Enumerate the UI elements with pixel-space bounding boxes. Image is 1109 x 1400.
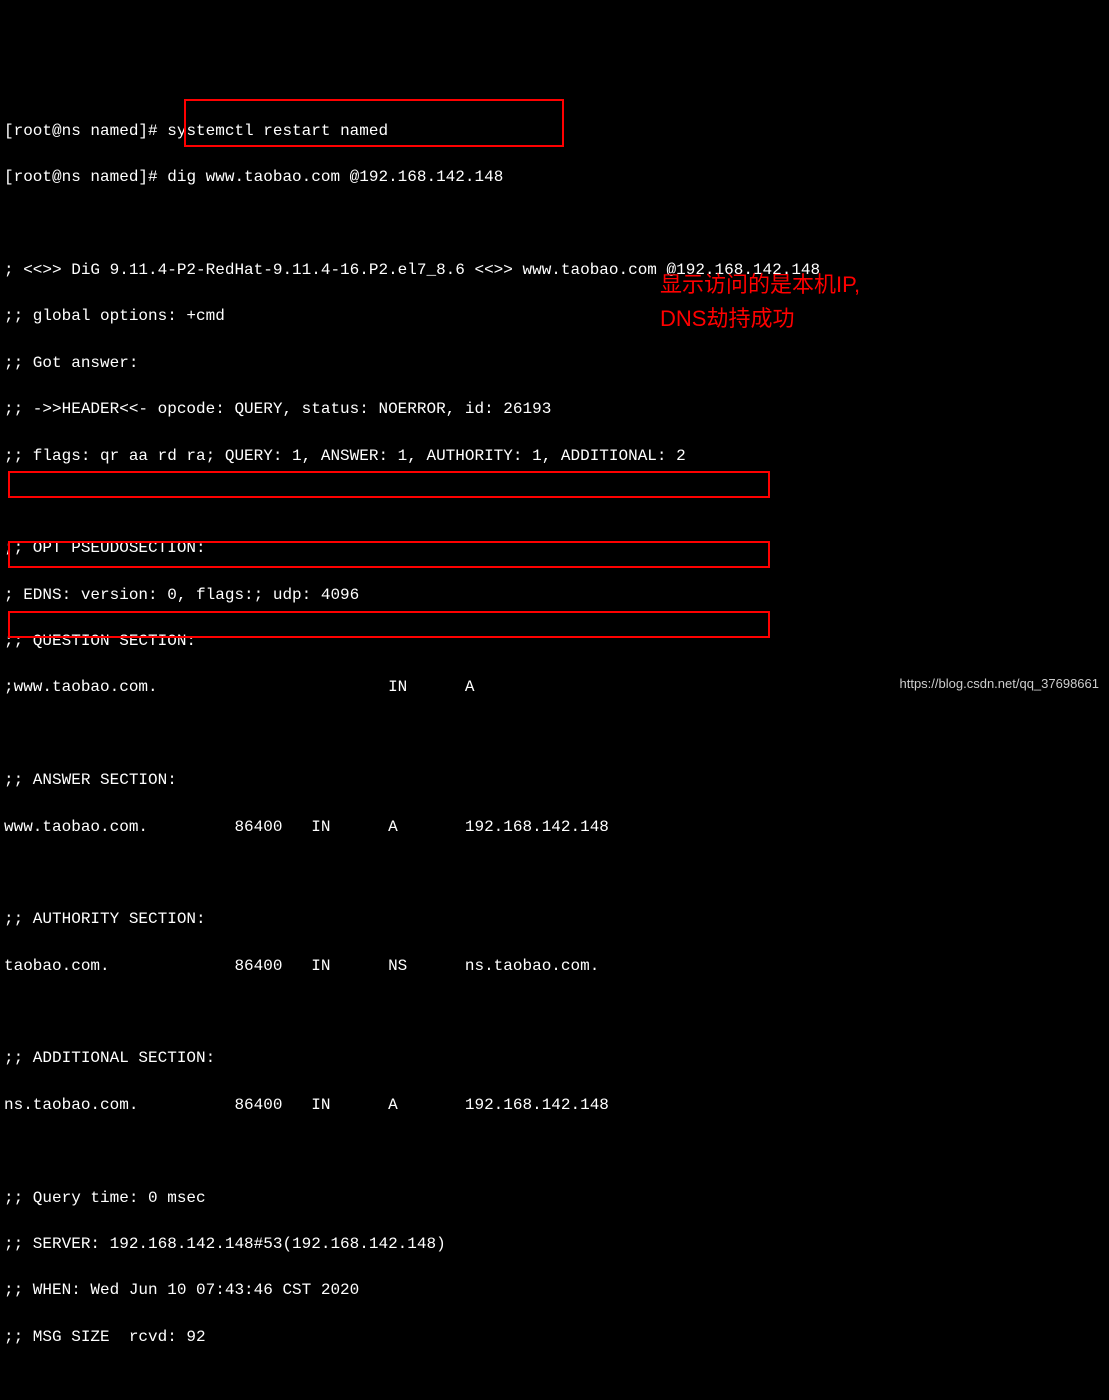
blank-line — [4, 862, 1105, 885]
blank-line — [4, 1140, 1105, 1163]
got-answer-line: ;; Got answer: — [4, 352, 1105, 375]
terminal-output[interactable]: [root@ns named]# systemctl restart named… — [4, 97, 1105, 1400]
prompt-line-2: [root@ns named]# dig www.taobao.com @192… — [4, 166, 1105, 189]
flags-line: ;; flags: qr aa rd ra; QUERY: 1, ANSWER:… — [4, 445, 1105, 468]
command-dig: dig www.taobao.com @192.168.142.148 — [167, 168, 503, 186]
opt-pseudosection-line: ;; OPT PSEUDOSECTION: — [4, 537, 1105, 560]
global-options-line: ;; global options: +cmd — [4, 305, 1105, 328]
shell-prompt: [root@ns named]# — [4, 168, 158, 186]
shell-prompt: [root@ns named]# — [4, 122, 158, 140]
when-line: ;; WHEN: Wed Jun 10 07:43:46 CST 2020 — [4, 1279, 1105, 1302]
annotation-line-1: 显示访问的是本机IP, — [660, 268, 860, 301]
server-line: ;; SERVER: 192.168.142.148#53(192.168.14… — [4, 1233, 1105, 1256]
annotation-line-2: DNS劫持成功 — [660, 302, 794, 335]
blank-line — [4, 491, 1105, 514]
msg-size-line: ;; MSG SIZE rcvd: 92 — [4, 1326, 1105, 1349]
answer-section-header: ;; ANSWER SECTION: — [4, 769, 1105, 792]
authority-section-header: ;; AUTHORITY SECTION: — [4, 908, 1105, 931]
edns-line: ; EDNS: version: 0, flags:; udp: 4096 — [4, 584, 1105, 607]
header-line: ;; ->>HEADER<<- opcode: QUERY, status: N… — [4, 398, 1105, 421]
blank-line — [4, 1001, 1105, 1024]
authority-record: taobao.com. 86400 IN NS ns.taobao.com. — [4, 955, 1105, 978]
command-systemctl: systemctl restart named — [167, 122, 388, 140]
blank-line — [4, 213, 1105, 236]
blank-line — [4, 723, 1105, 746]
watermark-text: https://blog.csdn.net/qq_37698661 — [900, 675, 1100, 694]
answer-record: www.taobao.com. 86400 IN A 192.168.142.1… — [4, 816, 1105, 839]
query-time-line: ;; Query time: 0 msec — [4, 1187, 1105, 1210]
dig-version-line: ; <<>> DiG 9.11.4-P2-RedHat-9.11.4-16.P2… — [4, 259, 1105, 282]
additional-record: ns.taobao.com. 86400 IN A 192.168.142.14… — [4, 1094, 1105, 1117]
prompt-line-1: [root@ns named]# systemctl restart named — [4, 120, 1105, 143]
question-section-header: ;; QUESTION SECTION: — [4, 630, 1105, 653]
additional-section-header: ;; ADDITIONAL SECTION: — [4, 1047, 1105, 1070]
